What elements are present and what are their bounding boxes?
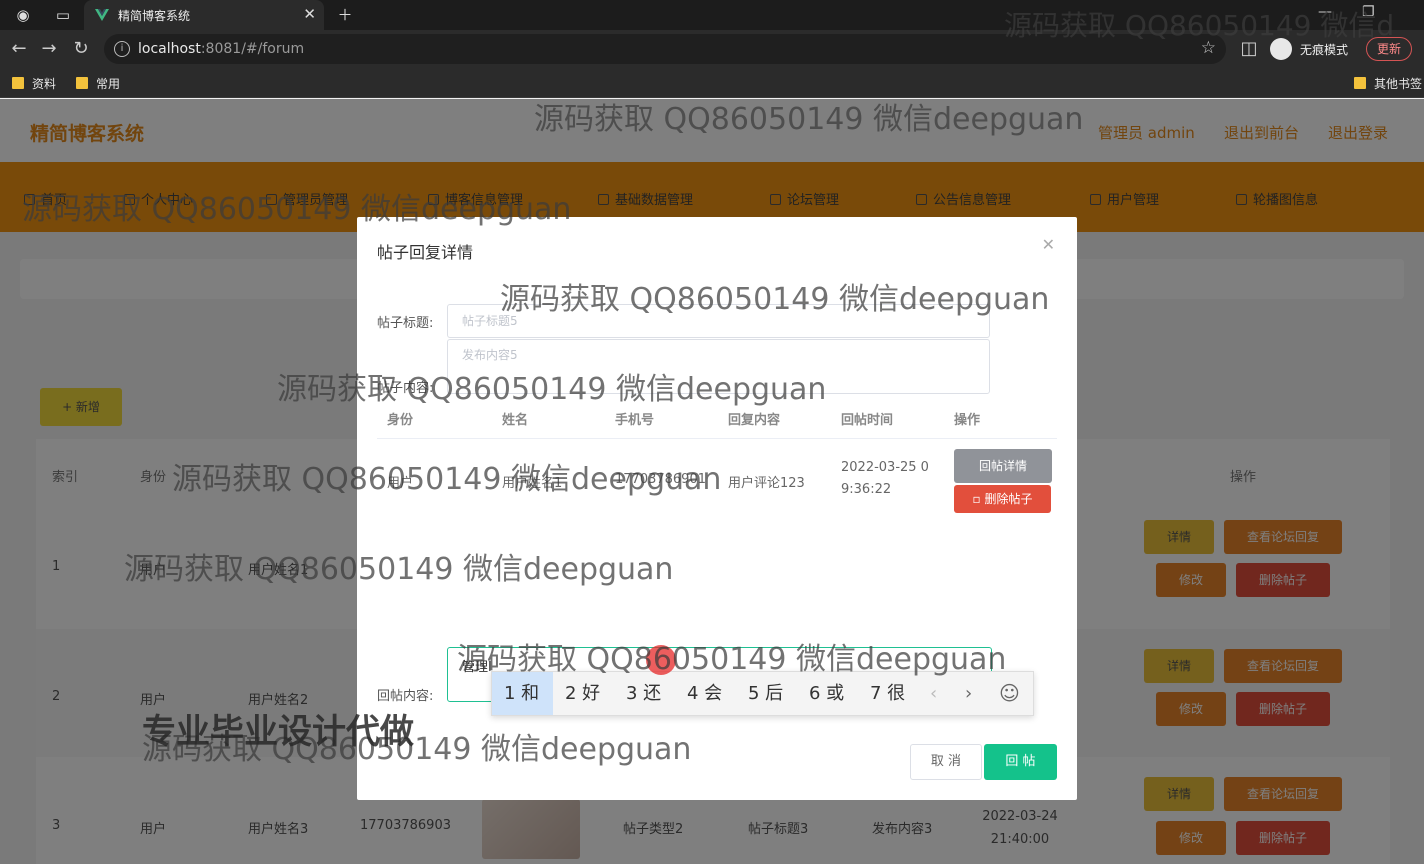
url-text: localhost:8081/#/forum xyxy=(138,41,305,57)
close-icon[interactable]: ✕ xyxy=(1042,235,1055,254)
new-tab-icon[interactable]: ＋ xyxy=(334,4,356,26)
side-panel-icon[interactable]: ◫ xyxy=(1238,38,1260,60)
ime-candidate[interactable]: 1 和 xyxy=(492,672,553,715)
ime-candidate[interactable]: 6 或 xyxy=(809,672,844,715)
col-reply-content: 回复内容 xyxy=(728,413,781,428)
browser-menu-icon[interactable]: ◉ xyxy=(12,4,34,26)
watermark-banner: 专业毕业设计代做 xyxy=(142,712,414,752)
ime-candidate[interactable]: 2 好 xyxy=(565,672,600,715)
vue-favicon-icon xyxy=(95,9,109,21)
folder-icon xyxy=(76,77,88,89)
post-content-label: 帖子内容: xyxy=(377,381,434,396)
ime-candidate[interactable]: 3 还 xyxy=(626,672,661,715)
bookmark-star-icon[interactable]: ☆ xyxy=(1201,38,1216,58)
delete-reply-button[interactable]: ▫ 删除帖子 xyxy=(954,485,1051,513)
bookmark-folder-other[interactable]: 其他书签 xyxy=(1354,75,1422,92)
ime-next-icon[interactable]: › xyxy=(965,672,972,715)
reply-content: 用户评论123 xyxy=(728,476,805,491)
submit-reply-button[interactable]: 回 帖 xyxy=(984,744,1057,780)
reply-phone: 17703786901 xyxy=(615,472,706,487)
post-content-textarea[interactable]: 发布内容5 xyxy=(447,339,990,394)
tab-close-icon[interactable]: ✕ xyxy=(303,5,316,23)
dialog-title: 帖子回复详情 xyxy=(377,243,474,262)
col-identity: 身份 xyxy=(387,413,414,428)
address-bar[interactable]: i localhost:8081/#/forum ☆ xyxy=(104,34,1226,64)
reply-detail-button[interactable]: 回帖详情 xyxy=(954,449,1052,483)
ime-emoji-icon[interactable]: ☺ xyxy=(999,672,1020,715)
table-divider xyxy=(377,438,1057,439)
incognito-icon xyxy=(1270,38,1292,60)
tab-active[interactable]: 精简博客系统 ✕ xyxy=(84,0,324,30)
post-title-label: 帖子标题: xyxy=(377,316,434,331)
forward-icon[interactable]: → xyxy=(38,38,60,60)
ime-candidate-bar: 1 和 2 好 3 还 4 会 5 后 6 或 7 很 ‹ › ☺ xyxy=(491,671,1034,716)
tab-title: 精简博客系统 xyxy=(118,9,191,23)
cancel-button[interactable]: 取 消 xyxy=(910,744,982,780)
col-phone: 手机号 xyxy=(615,413,655,428)
browser-tab-bar: ◉ ▭ 精简博客系统 ✕ ＋ — ❐ xyxy=(0,0,1424,30)
reply-identity: 用户 xyxy=(387,476,414,491)
col-name: 姓名 xyxy=(502,413,529,428)
site-info-icon[interactable]: i xyxy=(114,41,130,57)
back-icon[interactable]: ← xyxy=(8,38,30,60)
col-reply-time: 回帖时间 xyxy=(841,413,894,428)
update-button[interactable]: 更新 xyxy=(1366,37,1412,61)
tab-search-icon[interactable]: ▭ xyxy=(52,4,74,26)
post-title-input[interactable]: 帖子标题5 xyxy=(447,304,990,338)
ime-candidate[interactable]: 5 后 xyxy=(748,672,783,715)
reply-name: 用户姓名1 xyxy=(502,476,563,491)
bookmarks-bar: 资料 常用 其他书签 xyxy=(0,68,1424,98)
reply-time: 2022-03-25 0 9:36:22 xyxy=(841,460,929,497)
minimize-icon[interactable]: — xyxy=(1318,4,1332,20)
restore-icon[interactable]: ❐ xyxy=(1362,4,1375,20)
folder-icon xyxy=(12,77,24,89)
reload-icon[interactable]: ↻ xyxy=(70,38,92,60)
ime-prev-icon[interactable]: ‹ xyxy=(930,672,937,715)
folder-icon xyxy=(1354,77,1366,89)
browser-nav-bar: ← → ↻ i localhost:8081/#/forum ☆ ◫ xyxy=(0,30,1424,68)
cursor-highlight xyxy=(646,645,676,675)
col-ops: 操作 xyxy=(954,413,981,428)
bookmark-folder-ziliao[interactable]: 资料 xyxy=(12,75,56,92)
ime-candidate[interactable]: 7 很 xyxy=(870,672,905,715)
reply-content-label: 回帖内容: xyxy=(377,689,434,704)
bookmark-folder-changyong[interactable]: 常用 xyxy=(76,75,120,92)
ime-candidate[interactable]: 4 会 xyxy=(687,672,722,715)
trash-icon: ▫ xyxy=(972,492,985,506)
